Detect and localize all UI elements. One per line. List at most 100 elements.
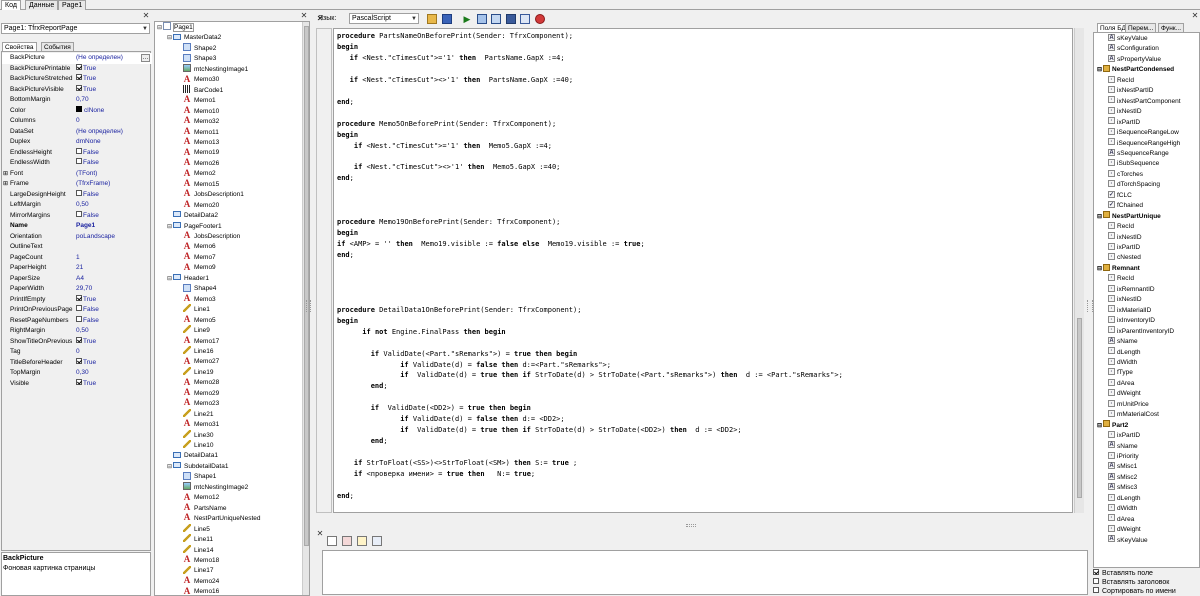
- property-row[interactable]: PrintOnPreviousPage False: [2, 305, 152, 316]
- language-select[interactable]: PascalScript ▼: [349, 13, 419, 24]
- field-node[interactable]: · dWidth: [1108, 504, 1137, 515]
- property-row[interactable]: MirrorMargins False: [2, 210, 152, 222]
- property-row[interactable]: PrintIfEmpty True: [2, 294, 152, 306]
- property-value[interactable]: 0,30: [76, 368, 89, 379]
- field-node[interactable]: AsPropertyValue: [1108, 54, 1161, 66]
- checkbox[interactable]: [76, 210, 82, 217]
- checkbox[interactable]: [76, 294, 82, 301]
- scroll-thumb[interactable]: [1077, 318, 1082, 498]
- property-value[interactable]: (Не определен): [76, 53, 123, 64]
- property-row[interactable]: EndlessHeight False: [2, 147, 152, 159]
- field-node[interactable]: · ixPartID: [1108, 242, 1140, 254]
- tree-node[interactable]: Line1: [177, 304, 210, 316]
- tab-page1[interactable]: Page1: [58, 0, 87, 10]
- property-value[interactable]: poLandscape: [76, 232, 115, 243]
- field-node[interactable]: · dLength: [1108, 347, 1141, 359]
- field-node[interactable]: · iSubSequence: [1108, 159, 1159, 170]
- checkbox[interactable]: [76, 147, 82, 154]
- property-value[interactable]: False: [76, 158, 99, 169]
- evaluate-icon[interactable]: [520, 14, 530, 24]
- property-row[interactable]: BottomMargin 0,70: [2, 95, 152, 106]
- checkbox[interactable]: [1093, 578, 1099, 585]
- scroll-thumb[interactable]: [304, 26, 309, 546]
- checkbox[interactable]: [76, 305, 82, 312]
- property-row[interactable]: LargeDesignHeight False: [2, 189, 152, 201]
- property-value[interactable]: 0: [76, 116, 80, 127]
- property-value[interactable]: Page1: [76, 221, 95, 232]
- field-node[interactable]: · dTorchSpacing: [1108, 180, 1160, 191]
- checkbox[interactable]: [76, 84, 82, 91]
- field-option[interactable]: Вставлять заголовок: [1093, 578, 1169, 587]
- tree-node[interactable]: DetailData1: [167, 451, 218, 462]
- property-row[interactable]: DataSet (Не определен): [2, 127, 152, 138]
- field-node[interactable]: · dWidth: [1108, 357, 1137, 369]
- edit-watch-icon[interactable]: [357, 536, 367, 546]
- splitter-grip[interactable]: [306, 300, 311, 312]
- collapse-icon[interactable]: ⊟: [1097, 214, 1102, 220]
- property-value[interactable]: False: [76, 315, 99, 327]
- field-node[interactable]: · dArea: [1108, 378, 1134, 390]
- checkbox[interactable]: [76, 357, 82, 364]
- property-row[interactable]: BackPicturePrintable True: [2, 63, 152, 75]
- stop-icon[interactable]: [506, 14, 516, 24]
- property-row[interactable]: ⊞ Frame (TfrxFrame): [2, 179, 152, 190]
- field-node[interactable]: · ixNestID: [1108, 106, 1142, 118]
- field-node[interactable]: ✓ fChained: [1108, 200, 1143, 212]
- field-node[interactable]: · ixInventoryID: [1108, 315, 1155, 327]
- field-node[interactable]: · dWeight: [1108, 524, 1141, 536]
- dataset-node[interactable]: ⊟ NestPartUnique: [1097, 211, 1161, 223]
- property-row[interactable]: ShowTitleOnPrevious True: [2, 336, 152, 348]
- property-row[interactable]: TitleBeforeHeader True: [2, 357, 152, 369]
- property-row[interactable]: Tag 0: [2, 347, 152, 358]
- field-node[interactable]: · dWeight: [1108, 389, 1141, 400]
- field-node[interactable]: · ixNestID: [1108, 232, 1142, 244]
- property-value[interactable]: A4: [76, 274, 84, 285]
- field-node[interactable]: AsMisc2: [1108, 472, 1137, 484]
- property-row[interactable]: Visible True: [2, 378, 152, 390]
- dataset-node[interactable]: ⊟ Part2: [1097, 420, 1128, 432]
- tree-node[interactable]: ⊟ SubdetailData1: [167, 462, 228, 473]
- tree-node[interactable]: ⊟ Page1: [157, 22, 194, 34]
- tree-node[interactable]: Line5: [177, 523, 210, 536]
- property-row[interactable]: BackPicture (Не определен)…: [2, 53, 152, 64]
- field-node[interactable]: AsMisc1: [1108, 462, 1137, 473]
- property-row[interactable]: TopMargin 0,30: [2, 368, 152, 379]
- property-row[interactable]: PaperWidth 29,70: [2, 284, 152, 295]
- delete-watch-icon[interactable]: [342, 536, 352, 546]
- checkbox[interactable]: [76, 336, 82, 343]
- field-node[interactable]: AsName: [1108, 336, 1138, 348]
- field-option[interactable]: Сортировать по имени: [1093, 587, 1176, 596]
- collapse-icon[interactable]: ⊟: [1097, 67, 1102, 73]
- property-row[interactable]: BackPictureVisible True: [2, 84, 152, 96]
- chevron-down-icon[interactable]: ▼: [142, 24, 148, 34]
- field-node[interactable]: · cTorches: [1108, 169, 1143, 181]
- checkbox[interactable]: [1093, 587, 1099, 594]
- property-value[interactable]: 1: [76, 253, 80, 264]
- splitter-grip[interactable]: [686, 524, 696, 527]
- field-node[interactable]: · mUnitPrice: [1108, 399, 1149, 411]
- expand-icon[interactable]: ⊞: [3, 169, 8, 180]
- checkbox[interactable]: [76, 74, 82, 81]
- property-value[interactable]: False: [76, 147, 99, 159]
- checkbox[interactable]: [1093, 569, 1099, 576]
- property-row[interactable]: OutlineText: [2, 242, 152, 253]
- field-node[interactable]: · dArea: [1108, 514, 1134, 526]
- field-node[interactable]: · RecId: [1108, 274, 1134, 285]
- property-value[interactable]: (TfrxFrame): [76, 179, 110, 190]
- open-folder-icon[interactable]: [427, 14, 437, 24]
- field-node[interactable]: AsMisc3: [1108, 483, 1137, 494]
- field-node[interactable]: · cNested: [1108, 253, 1141, 264]
- property-value[interactable]: True: [76, 357, 96, 369]
- checkbox[interactable]: [76, 378, 82, 385]
- copy-icon[interactable]: [372, 536, 382, 546]
- property-row[interactable]: BackPictureStretched True: [2, 74, 152, 85]
- field-node[interactable]: ✓ fCLC: [1108, 190, 1132, 202]
- field-node[interactable]: · ixPartID: [1108, 430, 1140, 442]
- tree-node[interactable]: Line10: [177, 440, 214, 452]
- field-node[interactable]: AsConfiguration: [1108, 44, 1159, 55]
- tree-node[interactable]: Line9: [177, 325, 210, 337]
- close-icon[interactable]: ✕: [316, 530, 324, 538]
- property-value[interactable]: (TFont): [76, 169, 97, 180]
- add-watch-icon[interactable]: [327, 536, 337, 546]
- tab-properties[interactable]: Свойства: [2, 42, 37, 51]
